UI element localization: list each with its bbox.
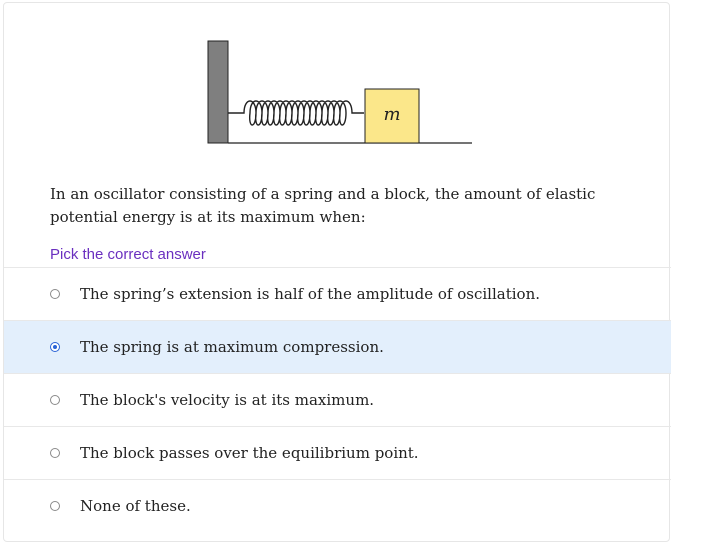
option-label: None of these. xyxy=(80,497,191,515)
spring-block-diagram: m xyxy=(207,40,472,144)
option-label: The block passes over the equilibrium po… xyxy=(80,444,419,462)
answer-options: The spring’s extension is half of the am… xyxy=(4,267,671,532)
radio-button[interactable] xyxy=(50,448,60,458)
radio-button[interactable] xyxy=(50,342,60,352)
radio-button[interactable] xyxy=(50,289,60,299)
spring-coil xyxy=(228,100,364,126)
option-label: The spring is at maximum compression. xyxy=(80,338,384,356)
answer-option[interactable]: The block passes over the equilibrium po… xyxy=(4,426,671,479)
option-label: The block's velocity is at its maximum. xyxy=(80,391,375,409)
question-text: In an oscillator consisting of a spring … xyxy=(50,185,596,226)
answer-instruction: Pick the correct answer xyxy=(50,246,206,263)
radio-button[interactable] xyxy=(50,395,60,405)
answer-option[interactable]: The spring’s extension is half of the am… xyxy=(4,267,671,320)
option-label: The spring’s extension is half of the am… xyxy=(80,285,540,303)
answer-option[interactable]: None of these. xyxy=(4,479,671,532)
answer-option[interactable]: The block's velocity is at its maximum. xyxy=(4,373,671,426)
mass-label: m xyxy=(383,104,400,125)
radio-button[interactable] xyxy=(50,501,60,511)
wall xyxy=(207,40,229,144)
answer-option[interactable]: The spring is at maximum compression. xyxy=(4,320,671,373)
question-card: m In an oscillator consisting of a sprin… xyxy=(3,2,671,542)
